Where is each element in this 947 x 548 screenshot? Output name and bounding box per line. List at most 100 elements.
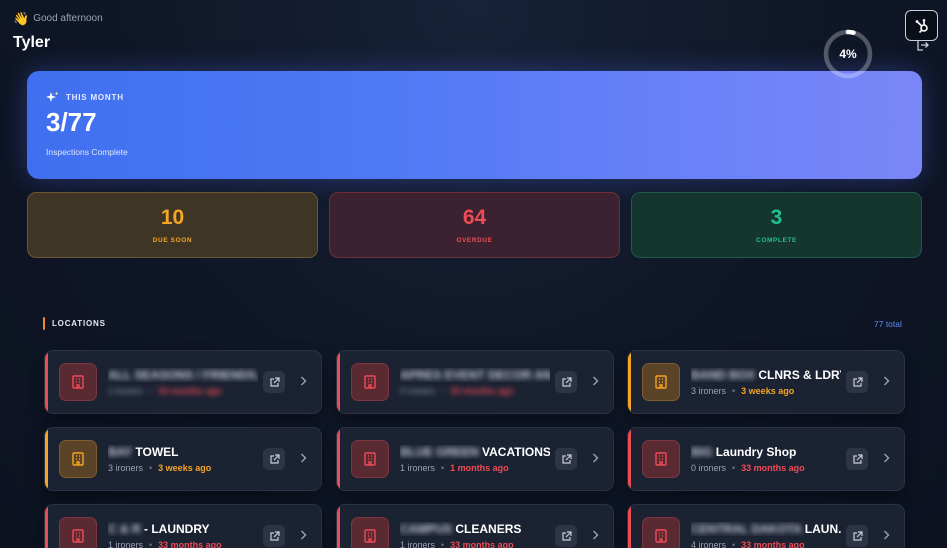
last-inspection: 33 months ago xyxy=(450,386,514,396)
location-name-redacted: BAY xyxy=(108,445,133,459)
building-icon xyxy=(655,529,667,543)
location-name: CAMPUS CLEANERS xyxy=(400,522,550,536)
location-name-redacted: BLUE GREEN xyxy=(400,445,479,459)
last-inspection: 33 months ago xyxy=(450,540,514,548)
locations-header: LOCATIONS xyxy=(43,317,106,330)
last-inspection: 33 months ago xyxy=(158,540,222,548)
open-external-button[interactable] xyxy=(846,525,868,547)
location-meta: 0 ironers • 33 months ago xyxy=(691,463,805,473)
last-inspection: 1 months ago xyxy=(450,463,509,473)
location-meta: 3 ironers • 3 weeks ago xyxy=(691,386,794,396)
location-meta: 1 ironers • 1 months ago xyxy=(400,463,509,473)
progress-percent: 4% xyxy=(839,47,857,61)
last-inspection: 33 months ago xyxy=(741,463,805,473)
building-icon xyxy=(655,452,667,466)
ironers-count: 1 ironers xyxy=(108,386,144,396)
ironers-count: 1 ironers xyxy=(400,463,436,473)
location-meta: 3 ironers • 3 weeks ago xyxy=(108,463,211,473)
external-link-icon xyxy=(269,453,280,464)
location-name-visible: CLNRS & LDRY xyxy=(758,368,841,382)
stat-label: DUE SOON xyxy=(152,236,193,244)
hero-label-row: THIS MONTH xyxy=(46,91,124,104)
location-icon xyxy=(351,440,389,478)
location-name-redacted: C & R xyxy=(108,522,141,536)
separator-dot: • xyxy=(441,386,445,396)
location-name-redacted: BAND BOX xyxy=(691,368,756,382)
building-icon xyxy=(364,375,376,389)
ironers-count: 0 ironers xyxy=(400,386,436,396)
chevron-right-icon[interactable] xyxy=(297,527,309,543)
building-icon xyxy=(72,375,84,389)
location-icon xyxy=(351,517,389,548)
chevron-right-icon[interactable] xyxy=(589,450,601,466)
last-inspection: 33 months ago xyxy=(158,386,222,396)
location-icon xyxy=(351,363,389,401)
external-link-icon xyxy=(852,376,863,387)
location-name-redacted: CAMPUS xyxy=(400,522,453,536)
chevron-right-icon[interactable] xyxy=(297,450,309,466)
location-icon xyxy=(59,517,97,548)
hubspot-button[interactable] xyxy=(905,10,938,41)
hero-subtitle: Inspections Complete xyxy=(46,147,128,157)
separator-dot: • xyxy=(732,540,736,548)
location-meta: 1 ironers • 33 months ago xyxy=(400,540,514,548)
user-name: Tyler xyxy=(13,34,51,51)
location-meta: 1 ironers • 33 months ago xyxy=(108,386,222,396)
hubspot-icon xyxy=(915,18,928,33)
ironers-count: 1 ironers xyxy=(400,540,436,548)
open-external-button[interactable] xyxy=(555,525,577,547)
location-meta: 4 ironers • 33 months ago xyxy=(691,540,805,548)
location-name-visible: - LAUNDRY xyxy=(144,522,210,536)
hero-value: 3/77 xyxy=(46,107,97,137)
chevron-right-icon[interactable] xyxy=(880,527,892,543)
location-card[interactable]: C & R - LAUNDRY 1 ironers • 33 months ago xyxy=(44,504,322,548)
location-card[interactable]: BAND BOX CLNRS & LDRY 3 ironers • 3 weeks a… xyxy=(627,350,905,414)
chevron-right-icon[interactable] xyxy=(297,373,309,389)
location-name: ALL SEASONS / FRIENDS... xyxy=(108,368,258,382)
location-name: APRES EVENT DECOR AN... xyxy=(400,368,550,382)
separator-dot: • xyxy=(149,386,153,396)
open-external-button[interactable] xyxy=(555,371,577,393)
open-external-button[interactable] xyxy=(263,371,285,393)
stat-value: 64 xyxy=(462,205,487,229)
ironers-count: 0 ironers xyxy=(691,463,727,473)
greeting-row: 👋 Good afternoon xyxy=(13,12,103,25)
location-name-redacted: BIG xyxy=(691,445,713,459)
location-name: BAND BOX CLNRS & LDRY xyxy=(691,368,841,382)
location-card[interactable]: BIG Laundry Shop 0 ironers • 33 months ago xyxy=(627,427,905,491)
location-name: BIG Laundry Shop xyxy=(691,445,841,459)
open-external-button[interactable] xyxy=(555,448,577,470)
location-card[interactable]: CENTRAL DAKOTA LAUN... 4 ironers • 33 month… xyxy=(627,504,905,548)
separator-dot: • xyxy=(441,540,445,548)
open-external-button[interactable] xyxy=(263,525,285,547)
stat-overdue[interactable]: 64 OVERDUE xyxy=(329,192,620,258)
open-external-button[interactable] xyxy=(263,448,285,470)
location-name: BLUE GREEN VACATIONS xyxy=(400,445,550,459)
section-accent-bar xyxy=(43,317,45,330)
chevron-right-icon[interactable] xyxy=(589,373,601,389)
location-meta: 1 ironers • 33 months ago xyxy=(108,540,222,548)
location-icon xyxy=(642,363,680,401)
external-link-icon xyxy=(269,530,280,541)
location-card[interactable]: ALL SEASONS / FRIENDS... 1 ironers • 33 mo… xyxy=(44,350,322,414)
greeting-text: Good afternoon xyxy=(33,13,103,24)
external-link-icon xyxy=(269,376,280,387)
open-external-button[interactable] xyxy=(846,448,868,470)
location-card[interactable]: BLUE GREEN VACATIONS 1 ironers • 1 months a… xyxy=(336,427,614,491)
location-icon xyxy=(642,440,680,478)
chevron-right-icon[interactable] xyxy=(880,450,892,466)
sparkles-icon xyxy=(46,91,59,102)
location-card[interactable]: APRES EVENT DECOR AN... 0 ironers • 33 mon… xyxy=(336,350,614,414)
chevron-right-icon[interactable] xyxy=(880,373,892,389)
location-icon xyxy=(642,517,680,548)
location-card[interactable]: CAMPUS CLEANERS 1 ironers • 33 months ago xyxy=(336,504,614,548)
stat-value: 3 xyxy=(770,205,783,229)
chevron-right-icon[interactable] xyxy=(589,527,601,543)
open-external-button[interactable] xyxy=(846,371,868,393)
location-card[interactable]: BAY TOWEL 3 ironers • 3 weeks ago xyxy=(44,427,322,491)
locations-title: LOCATIONS xyxy=(52,319,106,328)
stat-due-soon[interactable]: 10 DUE SOON xyxy=(27,192,318,258)
external-link-icon xyxy=(561,530,572,541)
location-name: C & R - LAUNDRY xyxy=(108,522,258,536)
stat-complete[interactable]: 3 COMPLETE xyxy=(631,192,922,258)
